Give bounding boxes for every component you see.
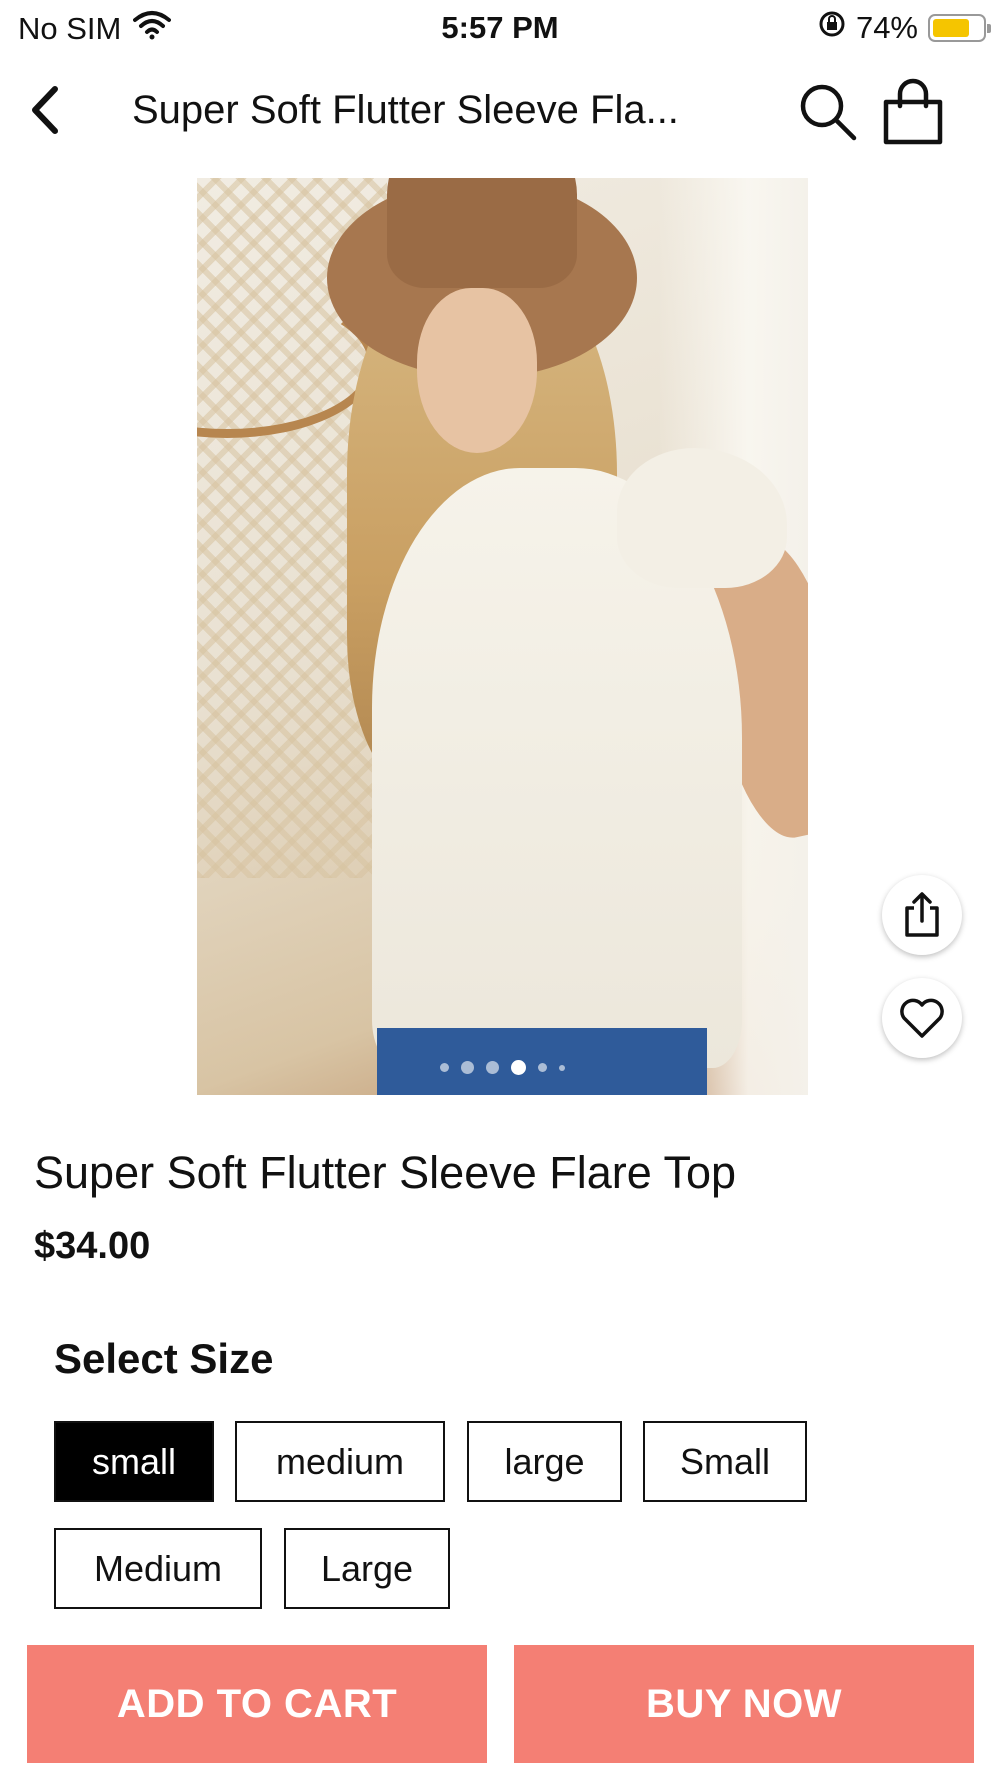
share-button[interactable]: [882, 875, 962, 955]
add-to-cart-button[interactable]: ADD TO CART: [27, 1645, 487, 1763]
size-option-small-alt[interactable]: Small: [643, 1421, 807, 1502]
gallery-dot[interactable]: [486, 1061, 499, 1074]
heart-icon: [900, 998, 944, 1038]
size-option-large-alt[interactable]: Large: [284, 1528, 450, 1609]
gallery-dot[interactable]: [461, 1061, 474, 1074]
gallery-dot[interactable]: [559, 1064, 565, 1071]
product-image[interactable]: [197, 178, 808, 1095]
gallery-pagination: [197, 1060, 808, 1075]
size-heading: Select Size: [54, 1335, 274, 1382]
status-bar: No SIM 5:57 PM 74%: [0, 0, 1000, 56]
shopping-bag-icon: [883, 78, 943, 145]
nav-title: Super Soft Flutter Sleeve Fla...: [132, 88, 679, 132]
gallery-dot[interactable]: [511, 1060, 526, 1075]
orientation-lock-icon: [818, 10, 846, 46]
product-title: Super Soft Flutter Sleeve Flare Top: [34, 1147, 737, 1198]
gallery-dot[interactable]: [538, 1063, 547, 1072]
search-button[interactable]: [796, 80, 860, 144]
battery-icon: [928, 14, 991, 42]
gallery-dot[interactable]: [440, 1063, 449, 1072]
image-model-face: [417, 288, 537, 453]
size-option-medium-alt[interactable]: Medium: [54, 1528, 262, 1609]
share-icon: [905, 892, 939, 937]
back-button[interactable]: [14, 80, 74, 140]
image-hat-crown: [387, 178, 577, 288]
buy-now-button[interactable]: BUY NOW: [514, 1645, 974, 1763]
nav-bar: Super Soft Flutter Sleeve Fla...: [0, 62, 1000, 162]
search-icon: [800, 84, 857, 141]
size-option-small[interactable]: small: [54, 1421, 214, 1502]
size-option-large[interactable]: large: [467, 1421, 622, 1502]
battery-percent: 74%: [855, 10, 918, 45]
cart-button[interactable]: [880, 78, 946, 146]
wishlist-button[interactable]: [882, 978, 962, 1058]
chevron-left-icon: [32, 86, 58, 134]
size-option-medium[interactable]: medium: [235, 1421, 445, 1502]
status-bar-right: 74%: [818, 10, 991, 46]
product-price: $34.00: [34, 1225, 151, 1267]
